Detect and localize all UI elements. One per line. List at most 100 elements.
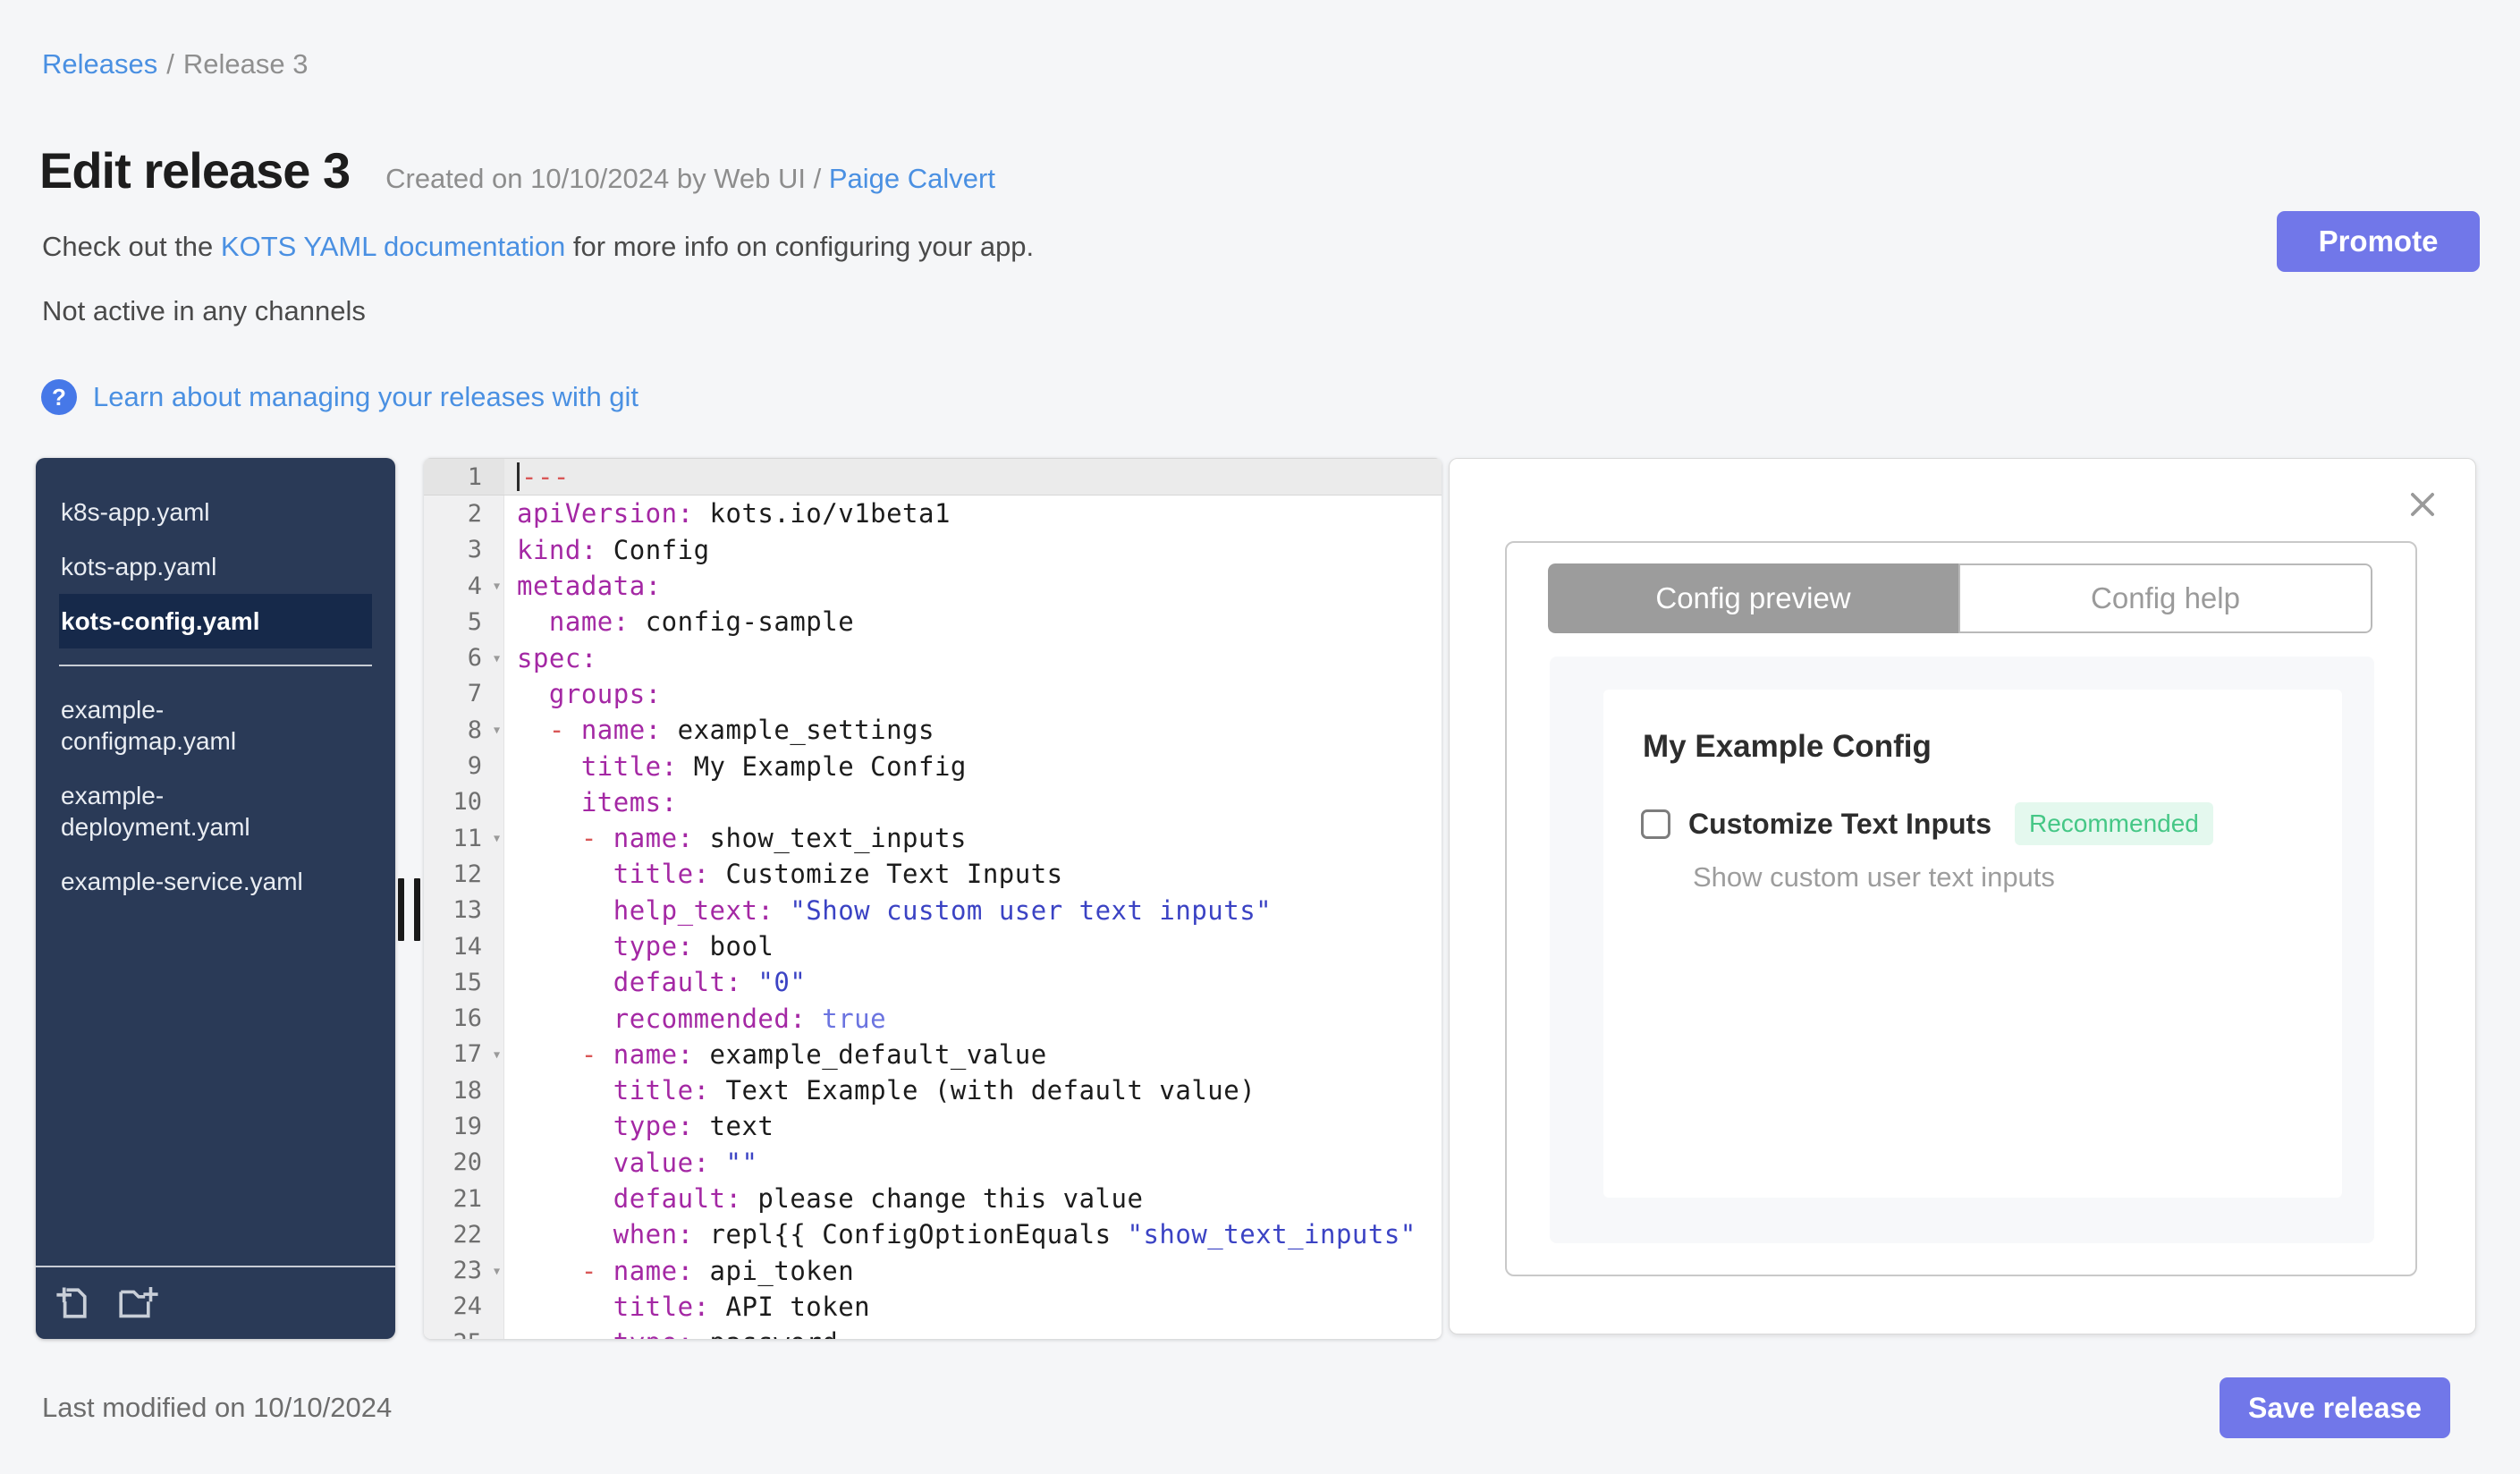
- add-folder-icon[interactable]: [114, 1282, 163, 1325]
- line-number: 25: [424, 1325, 504, 1339]
- fold-arrow-icon[interactable]: ▾: [492, 829, 502, 848]
- sidebar-item-example-configmap.yaml[interactable]: example-configmap.yaml: [36, 682, 395, 768]
- line-number-text: 25: [452, 1329, 482, 1339]
- config-item-help-text: Show custom user text inputs: [1693, 861, 2055, 893]
- close-icon[interactable]: [2406, 487, 2440, 521]
- code-line-16[interactable]: 16 recommended: true: [424, 1000, 1442, 1037]
- code-line-7[interactable]: 7 groups:: [424, 675, 1442, 713]
- code-token: metadata:: [517, 571, 662, 602]
- line-number: 9: [424, 748, 504, 784]
- kots-yaml-docs-link[interactable]: KOTS YAML documentation: [221, 231, 565, 262]
- fold-arrow-icon[interactable]: ▾: [492, 648, 502, 667]
- yaml-editor[interactable]: 1 --- 2 apiVersion: kots.io/v1beta1 3 kind: C…: [424, 458, 1442, 1339]
- code-line-22[interactable]: 22 when: repl{{ ConfigOptionEquals "show…: [424, 1216, 1442, 1253]
- sidebar-item-kots-config.yaml[interactable]: kots-config.yaml: [59, 594, 372, 648]
- config-preview-container: Config preview Config help My Example Co…: [1505, 541, 2417, 1276]
- code-token: config-sample: [629, 606, 855, 638]
- line-number-text: 22: [452, 1220, 482, 1249]
- code-token: "0": [757, 967, 807, 998]
- file-sidebar: k8s-app.yaml kots-app.yaml kots-config.yam…: [36, 458, 395, 1339]
- breadcrumb-releases-link[interactable]: Releases: [42, 48, 157, 80]
- code-token: My Example Config: [677, 750, 967, 782]
- promote-button[interactable]: Promote: [2277, 211, 2480, 272]
- code-line-17[interactable]: 17 ▾ - name: example_default_value: [424, 1036, 1442, 1073]
- line-number-text: 12: [452, 860, 482, 888]
- save-release-button[interactable]: Save release: [2220, 1377, 2450, 1438]
- line-number: 16: [424, 1000, 504, 1037]
- code-line-23[interactable]: 23 ▾ - name: api_token: [424, 1252, 1442, 1289]
- code-token: items:: [580, 786, 678, 817]
- code-text: title: Text Example (with default value): [504, 1072, 1442, 1108]
- line-number-text: 11: [452, 824, 482, 852]
- code-line-8[interactable]: 8 ▾ - name: example_settings: [424, 712, 1442, 749]
- code-token: API token: [709, 1291, 871, 1322]
- config-group-card: My Example Config Customize Text Inputs …: [1603, 690, 2342, 1198]
- code-line-14[interactable]: 14 type: bool: [424, 928, 1442, 965]
- code-token: name:: [580, 715, 662, 746]
- config-item-label: Customize Text Inputs: [1688, 807, 1991, 840]
- code-line-12[interactable]: 12 title: Customize Text Inputs: [424, 856, 1442, 893]
- sidebar-item-kots-app.yaml[interactable]: kots-app.yaml: [36, 539, 395, 594]
- code-line-6[interactable]: 6 ▾ spec:: [424, 640, 1442, 676]
- add-file-icon[interactable]: [50, 1282, 93, 1325]
- sidebar-item-example-service.yaml[interactable]: example-service.yaml: [36, 854, 395, 909]
- code-line-4[interactable]: 4 ▾ metadata:: [424, 567, 1442, 605]
- customize-text-inputs-checkbox[interactable]: [1641, 809, 1670, 839]
- git-releases-link[interactable]: Learn about managing your releases with …: [93, 381, 638, 413]
- code-line-11[interactable]: 11 ▾ - name: show_text_inputs: [424, 819, 1442, 857]
- last-modified-text: Last modified on 10/10/2024: [42, 1392, 393, 1423]
- code-line-5[interactable]: 5 name: config-sample: [424, 604, 1442, 640]
- created-by-link[interactable]: Paige Calvert: [829, 163, 995, 194]
- code-line-1[interactable]: 1 ---: [424, 458, 1442, 496]
- code-token: title:: [580, 750, 678, 782]
- sidebar-item-k8s-app.yaml[interactable]: k8s-app.yaml: [36, 485, 395, 539]
- text-cursor: [517, 462, 520, 492]
- code-token: true: [822, 1003, 887, 1034]
- line-number: 3: [424, 531, 504, 568]
- tab-config-help[interactable]: Config help: [1958, 563, 2372, 633]
- fold-arrow-icon[interactable]: ▾: [492, 1045, 502, 1063]
- code-token: ---: [521, 462, 570, 493]
- line-number: 22: [424, 1216, 504, 1253]
- code-line-20[interactable]: 20 value: "": [424, 1144, 1442, 1181]
- code-line-21[interactable]: 21 default: please change this value: [424, 1180, 1442, 1217]
- sidebar-resize-handle[interactable]: [398, 878, 420, 941]
- code-text: value: "": [504, 1145, 1442, 1181]
- config-preview-panel: Config preview Config help My Example Co…: [1449, 458, 2476, 1334]
- code-text: metadata:: [504, 568, 1442, 604]
- code-line-9[interactable]: 9 title: My Example Config: [424, 748, 1442, 784]
- kots-docs-line: Check out the KOTS YAML documentation fo…: [42, 231, 1034, 263]
- code-line-13[interactable]: 13 help_text: "Show custom user text inp…: [424, 892, 1442, 928]
- code-token: -: [548, 715, 581, 746]
- code-line-25[interactable]: 25 type: password: [424, 1325, 1442, 1339]
- line-number: 20: [424, 1144, 504, 1181]
- line-number: 5: [424, 604, 504, 640]
- code-line-18[interactable]: 18 title: Text Example (with default val…: [424, 1072, 1442, 1109]
- line-number-text: 7: [467, 680, 482, 708]
- code-line-3[interactable]: 3 kind: Config: [424, 531, 1442, 568]
- tab-config-preview[interactable]: Config preview: [1548, 563, 1958, 633]
- code-token: text: [693, 1111, 774, 1142]
- code-line-10[interactable]: 10 items:: [424, 784, 1442, 820]
- code-line-2[interactable]: 2 apiVersion: kots.io/v1beta1: [424, 496, 1442, 532]
- preview-tabs: Config preview Config help: [1548, 563, 2372, 633]
- code-line-15[interactable]: 15 default: "0": [424, 964, 1442, 1001]
- code-token: "show_text_inputs": [1127, 1219, 1416, 1250]
- sidebar-item-example-deployment.yaml[interactable]: example-deployment.yaml: [36, 768, 395, 854]
- code-line-24[interactable]: 24 title: API token: [424, 1288, 1442, 1326]
- fold-arrow-icon[interactable]: ▾: [492, 721, 502, 740]
- fold-arrow-icon[interactable]: ▾: [492, 1261, 502, 1280]
- fold-arrow-icon[interactable]: ▾: [492, 577, 502, 596]
- line-number-text: 6: [467, 644, 482, 673]
- code-line-19[interactable]: 19 type: text: [424, 1108, 1442, 1145]
- created-text: Created on 10/10/2024 by Web UI /: [385, 163, 829, 194]
